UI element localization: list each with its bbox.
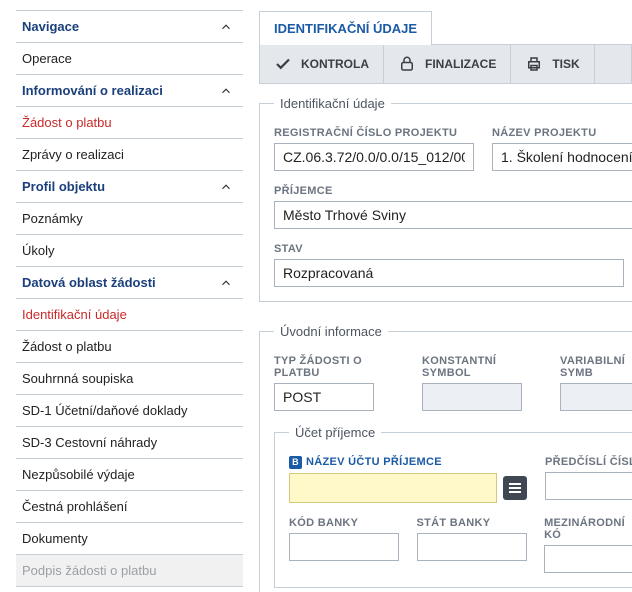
label-mez-kod: MEZINÁRODNÍ KÓ [544,517,632,541]
list-button[interactable] [503,476,527,500]
nav-item-zadost-o-platbu[interactable]: Žádost o platbu [16,107,243,139]
fieldset-legend: Identifikační údaje [274,96,391,111]
print-icon [525,55,543,73]
label-reg-cislo: REGISTRAČNÍ ČÍSLO PROJEKTU [274,127,474,139]
nav-label: Navigace [22,19,79,34]
sidebar: Navigace Operace Informování o realizaci… [0,0,243,592]
chevron-up-icon [219,84,233,98]
main: IDENTIFIKAČNÍ ÚDAJE KONTROLA FINALIZACE … [243,0,632,592]
nav-item-sd3[interactable]: SD-3 Cestovní náhrady [16,427,243,459]
label-kod-banky: KÓD BANKY [289,517,399,529]
nav-item-operace[interactable]: Operace [16,43,243,75]
nav-item-sd1[interactable]: SD-1 Účetní/daňové doklady [16,395,243,427]
input-stav[interactable] [274,259,624,287]
toolbar-finalizace[interactable]: FINALIZACE [384,45,511,83]
label-nazev-projektu: NÁZEV PROJEKTU [492,127,632,139]
list-icon [509,487,521,489]
chevron-up-icon [219,180,233,194]
label-predcisli: PŘEDČÍSLÍ ČÍSLA [545,456,632,468]
nav-label: Profil objektu [22,179,105,194]
toolbar-label: FINALIZACE [425,57,496,71]
label-stat-banky: STÁT BANKY [417,517,527,529]
nav-item-dokumenty[interactable]: Dokumenty [16,523,243,555]
label-konstantni-symbol: KONSTANTNÍ SYMBOL [422,355,542,379]
toolbar-tisk[interactable]: TISK [511,45,594,83]
nav-item-zadost-o-platbu-2[interactable]: Žádost o platbu [16,331,243,363]
required-icon: B [289,456,302,469]
lock-icon [398,55,416,73]
nav-item-identifikacni-udaje[interactable]: Identifikační údaje [16,299,243,331]
toolbar-label: KONTROLA [301,57,369,71]
nav-group-datova-oblast[interactable]: Datová oblast žádosti [16,267,243,299]
fieldset-identifikacni-udaje: Identifikační údaje REGISTRAČNÍ ČÍSLO PR… [259,96,632,302]
nav-group-navigace[interactable]: Navigace [16,10,243,43]
input-mez-kod[interactable] [544,545,632,573]
input-nazev-projektu[interactable] [492,143,632,171]
nav-group-profil[interactable]: Profil objektu [16,171,243,203]
input-reg-cislo[interactable] [274,143,474,171]
chevron-up-icon [219,20,233,34]
nav-label: Datová oblast žádosti [22,275,156,290]
toolbar-kontrola[interactable]: KONTROLA [260,45,384,83]
input-prijemce[interactable] [274,201,632,229]
nav-item-souhrnna-soupiska[interactable]: Souhrnná soupiska [16,363,243,395]
input-kod-banky[interactable] [289,533,399,561]
input-nazev-uctu[interactable] [289,473,497,503]
label-typ-zadosti: TYP ŽÁDOSTI O PLATBU [274,355,404,379]
label-nazev-uctu: BNÁZEV ÚČTU PŘÍJEMCE [289,456,527,469]
fieldset-ucet-prijemce: Účet příjemce BNÁZEV ÚČTU PŘÍJEMCE [274,425,632,588]
toolbar: KONTROLA FINALIZACE TISK [259,45,632,84]
fieldset-uvodni-informace: Úvodní informace TYP ŽÁDOSTI O PLATBU KO… [259,324,632,592]
check-icon [274,55,292,73]
tabs: IDENTIFIKAČNÍ ÚDAJE [259,10,632,45]
nav-label: Informování o realizaci [22,83,163,98]
nav-item-ukoly[interactable]: Úkoly [16,235,243,267]
input-typ-zadosti[interactable] [274,383,374,411]
nav-item-cestna-prohlaseni[interactable]: Čestná prohlášení [16,491,243,523]
nav-group-informovani[interactable]: Informování o realizaci [16,75,243,107]
tab-identifikacni-udaje[interactable]: IDENTIFIKAČNÍ ÚDAJE [259,11,432,45]
nav-item-podpis: Podpis žádosti o platbu [16,555,243,587]
nav-item-zpravy[interactable]: Zprávy o realizaci [16,139,243,171]
input-predcisli[interactable] [545,472,632,500]
chevron-up-icon [219,276,233,290]
input-stat-banky[interactable] [417,533,527,561]
input-variabilni-symbol [560,383,632,411]
toolbar-label: TISK [552,57,579,71]
nav-item-nezp-vydaje[interactable]: Nezpůsobilé výdaje [16,459,243,491]
label-variabilni-symbol: VARIABILNÍ SYMB [560,355,632,379]
fieldset-legend: Úvodní informace [274,324,388,339]
nav-item-poznamky[interactable]: Poznámky [16,203,243,235]
label-stav: STAV [274,243,624,255]
input-konstantni-symbol [422,383,522,411]
label-prijemce: PŘÍJEMCE [274,185,632,197]
fieldset-legend: Účet příjemce [289,425,381,440]
